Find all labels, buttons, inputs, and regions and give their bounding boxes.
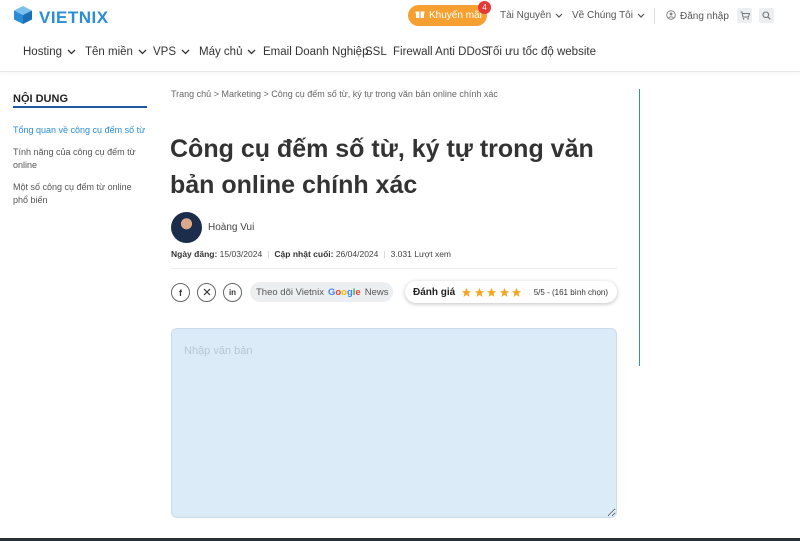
about-label: Về Chúng Tôi xyxy=(572,10,633,21)
updated-label: Cập nhật cuối: xyxy=(274,249,334,259)
toc-item-popular-tools[interactable]: Một số công cụ đếm từ online phổ biến xyxy=(13,181,148,206)
toc-underline xyxy=(13,106,147,108)
facebook-icon: f xyxy=(179,287,182,298)
resources-menu[interactable]: Tài Nguyên xyxy=(500,10,563,21)
top-bar: VIETNIX Khuyến mãi 4 Tài Nguyên Về Chúng… xyxy=(0,0,800,34)
star-rating[interactable] xyxy=(461,287,524,298)
nav-item-ssl[interactable]: SSL xyxy=(365,46,387,58)
star-icon[interactable] xyxy=(461,287,472,298)
chevron-down-icon xyxy=(138,46,147,58)
nav-item-domain[interactable]: Tên miền xyxy=(85,46,147,58)
content-divider-line xyxy=(639,89,640,366)
nav-item-label: SSL xyxy=(365,46,387,58)
logo-text: VIETNIX xyxy=(39,7,109,27)
linkedin-icon: in xyxy=(228,288,237,297)
meta-divider xyxy=(171,268,617,269)
facebook-share-button[interactable]: f xyxy=(171,283,190,302)
user-icon xyxy=(666,10,676,23)
nav-item-label: Email Doanh Nghiệp xyxy=(263,46,369,58)
star-icon[interactable] xyxy=(499,287,510,298)
chevron-down-icon xyxy=(637,10,645,21)
cart-button[interactable] xyxy=(737,8,752,23)
nav-item-label: Tối ưu tốc độ website xyxy=(486,46,596,58)
star-icon[interactable] xyxy=(474,287,485,298)
nav-item-speed-optimization[interactable]: Tối ưu tốc độ website xyxy=(486,46,596,58)
meta-separator: | xyxy=(383,249,386,259)
meta-separator: | xyxy=(267,249,270,259)
cart-icon xyxy=(740,7,750,25)
linkedin-share-button[interactable]: in xyxy=(223,283,242,302)
chevron-down-icon xyxy=(555,10,563,21)
nav-item-label: Máy chủ xyxy=(199,46,243,58)
about-menu[interactable]: Về Chúng Tôi xyxy=(572,10,645,21)
x-icon xyxy=(203,288,211,298)
nav-item-label: VPS xyxy=(153,46,177,58)
breadcrumb[interactable]: Trang chủ > Marketing > Công cụ đếm số t… xyxy=(171,89,498,99)
nav-item-server[interactable]: Máy chủ xyxy=(199,46,256,58)
google-letter: e xyxy=(355,286,361,298)
follow-label: Theo dõi Vietnix xyxy=(256,286,324,298)
updated-info: Cập nhật cuối: 26/04/2024 xyxy=(274,249,378,259)
news-label: News xyxy=(364,286,389,298)
published-info: Ngày đăng: 15/03/2024 xyxy=(171,249,262,259)
rating-label: Đánh giá xyxy=(413,286,456,298)
login-link[interactable]: Đăng nhập xyxy=(666,10,729,23)
promo-count-badge: 4 xyxy=(478,1,491,14)
nav-item-label: Tên miền xyxy=(85,46,133,58)
main-nav: Hosting Tên miền VPS Máy chủ Email Doanh… xyxy=(0,34,800,72)
logo-cube-icon xyxy=(12,4,34,31)
rating-widget: Đánh giá 5/5 - (161 bình chọn) xyxy=(405,281,617,303)
author-name[interactable]: Hoàng Vui xyxy=(208,222,254,233)
google-news-follow-button[interactable]: Theo dõi Vietnix Google News xyxy=(250,282,393,302)
rating-summary: 5/5 - (161 bình chọn) xyxy=(533,287,609,297)
toc-title: NỘI DUNG xyxy=(13,93,68,105)
page-title: Công cụ đếm số từ, ký tự trong văn bản o… xyxy=(170,135,594,199)
resources-label: Tài Nguyên xyxy=(500,10,552,21)
avatar[interactable] xyxy=(171,212,202,243)
toc-item-features[interactable]: Tính năng của công cụ đếm từ online xyxy=(13,146,148,171)
nav-item-hosting[interactable]: Hosting xyxy=(23,46,76,58)
logo[interactable]: VIETNIX xyxy=(12,4,109,31)
nav-item-vps[interactable]: VPS xyxy=(153,46,190,58)
promo-button[interactable]: Khuyến mãi 4 xyxy=(408,1,491,26)
nav-item-label: Hosting xyxy=(23,46,62,58)
chevron-down-icon xyxy=(247,46,256,58)
text-input-area[interactable] xyxy=(171,328,617,518)
google-logo: Google xyxy=(328,287,361,298)
divider xyxy=(654,8,655,24)
article-meta: Ngày đăng: 15/03/2024 | Cập nhật cuối: 2… xyxy=(171,249,451,259)
login-label: Đăng nhập xyxy=(680,11,729,22)
nav-item-firewall[interactable]: Firewall Anti DDoS xyxy=(393,46,489,58)
search-button[interactable] xyxy=(759,8,774,23)
star-icon[interactable] xyxy=(511,287,522,298)
chevron-down-icon xyxy=(181,46,190,58)
nav-item-label: Firewall Anti DDoS xyxy=(393,46,489,58)
chevron-down-icon xyxy=(67,46,76,58)
search-icon xyxy=(762,7,771,25)
published-date: 15/03/2024 xyxy=(219,249,263,259)
star-icon[interactable] xyxy=(486,287,497,298)
gift-icon xyxy=(415,9,425,22)
nav-item-business-email[interactable]: Email Doanh Nghiệp xyxy=(263,46,368,58)
promo-label: Khuyến mãi xyxy=(429,10,482,21)
published-label: Ngày đăng: xyxy=(171,249,218,259)
toc-item-overview[interactable]: Tổng quan về công cụ đếm số từ xyxy=(13,124,148,137)
x-share-button[interactable] xyxy=(197,283,216,302)
view-count: 3.031 Lượt xem xyxy=(390,249,451,259)
updated-date: 26/04/2024 xyxy=(335,249,379,259)
